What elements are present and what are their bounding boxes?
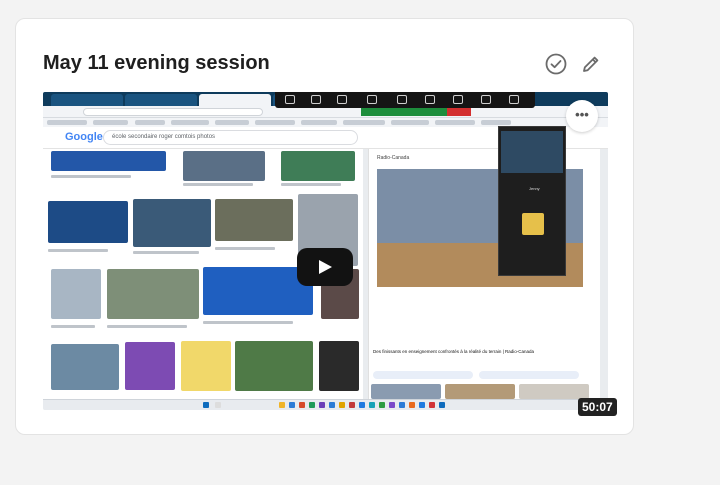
preview-source: Radio-Canada	[377, 155, 410, 161]
participant-camera	[501, 131, 563, 173]
preview-caption: Des finissants en enseignement confronté…	[373, 349, 535, 354]
session-title: May 11 evening session	[43, 52, 270, 74]
video-duration-badge: 50:07	[578, 398, 617, 416]
play-icon	[319, 260, 332, 274]
google-logo: Google	[65, 131, 103, 143]
search-query: école secondaire roger comtois photos	[112, 134, 216, 140]
recording-indicator	[361, 108, 471, 116]
os-taskbar	[43, 399, 608, 410]
video-thumbnail[interactable]: Google école secondaire roger comtois ph…	[43, 92, 608, 410]
participant-panel: Jenny	[498, 126, 566, 276]
more-options-button[interactable]: •••	[566, 100, 598, 132]
participant-avatar	[522, 213, 544, 235]
meeting-toolbar	[275, 92, 535, 108]
session-card: May 11 evening session Google école seco…	[15, 18, 634, 435]
check-circle-icon[interactable]	[544, 52, 568, 76]
google-search-box: école secondaire roger comtois photos	[103, 130, 358, 145]
participant-name: Jenny	[529, 186, 540, 191]
play-button[interactable]	[297, 248, 353, 286]
pencil-icon[interactable]	[579, 52, 603, 76]
